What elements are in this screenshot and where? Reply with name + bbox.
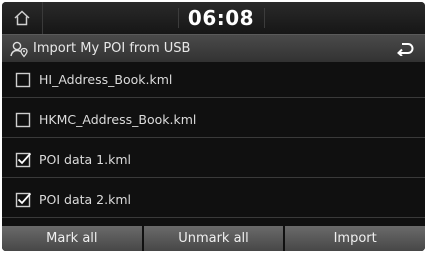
file-name: HKMC_Address_Book.kml — [39, 112, 197, 127]
back-button[interactable] — [385, 35, 425, 62]
checkbox-unchecked-icon[interactable] — [15, 112, 31, 128]
checkbox-unchecked-icon[interactable] — [15, 72, 31, 88]
mark-all-button[interactable]: Mark all — [2, 226, 142, 251]
file-list: HI_Address_Book.kml HKMC_Address_Book.km… — [2, 62, 425, 222]
unmark-all-button[interactable]: Unmark all — [143, 226, 284, 251]
file-list-item[interactable]: HKMC_Address_Book.kml — [2, 102, 425, 138]
file-name: POI data 1.kml — [39, 152, 131, 167]
clock: 06:08 — [187, 6, 255, 30]
file-name: HI_Address_Book.kml — [39, 72, 173, 87]
file-list-item[interactable]: POI data 2.kml — [2, 182, 425, 218]
back-arrow-icon — [397, 42, 414, 56]
file-name: POI data 2.kml — [39, 192, 131, 207]
status-divider — [264, 8, 265, 28]
import-button[interactable]: Import — [285, 226, 425, 251]
file-list-item[interactable]: HI_Address_Book.kml — [2, 62, 425, 98]
home-icon — [14, 10, 30, 26]
action-bar: Mark all Unmark all Import — [2, 226, 425, 251]
screen: 06:08 Import My POI from USB HI_Address_… — [2, 2, 425, 251]
status-bar: 06:08 — [2, 2, 425, 34]
checkbox-checked-icon[interactable] — [15, 192, 31, 208]
poi-person-icon — [10, 41, 28, 58]
home-button[interactable] — [2, 2, 43, 34]
file-list-item[interactable]: POI data 1.kml — [2, 142, 425, 178]
checkbox-checked-icon[interactable] — [15, 152, 31, 168]
page-title: Import My POI from USB — [33, 41, 191, 56]
title-bar: Import My POI from USB — [2, 34, 425, 62]
